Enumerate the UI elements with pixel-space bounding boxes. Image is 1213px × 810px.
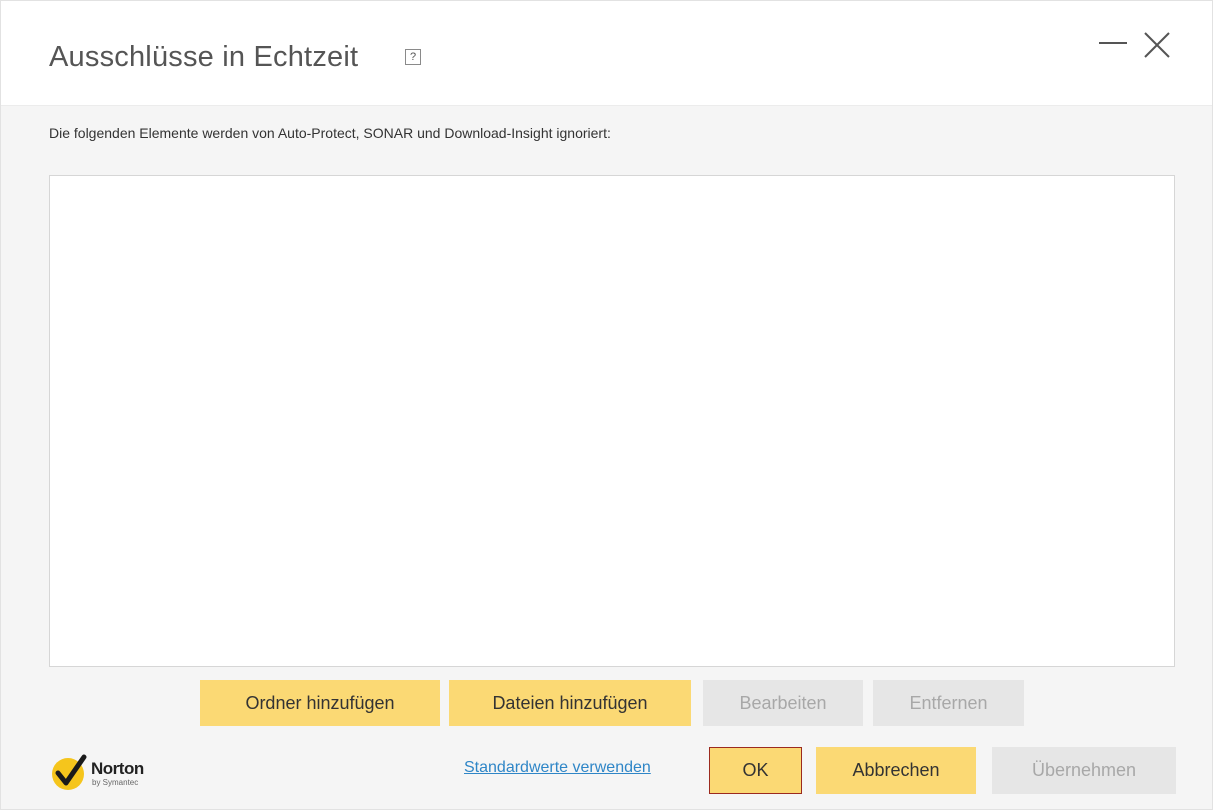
norton-checkmark-icon [52,754,87,790]
apply-button[interactable]: Übernehmen [992,747,1176,794]
exclusions-dialog: Ausschlüsse in Echtzeit ? Die folgenden … [0,0,1213,810]
edit-button[interactable]: Bearbeiten [703,680,863,726]
logo-subtitle: by Symantec [92,778,139,787]
dialog-title: Ausschlüsse in Echtzeit [49,41,359,73]
add-files-button[interactable]: Dateien hinzufügen [449,680,691,726]
norton-logo: Norton by Symantec [49,753,179,793]
minimize-button[interactable] [1096,29,1130,63]
logo-name: Norton [91,759,144,778]
close-icon [1144,32,1170,58]
remove-button[interactable]: Entfernen [873,680,1024,726]
close-button[interactable] [1140,29,1174,63]
cancel-button[interactable]: Abbrechen [816,747,976,794]
minimize-icon [1099,42,1127,44]
ok-button[interactable]: OK [709,747,802,794]
description-text: Die folgenden Elemente werden von Auto-P… [49,125,611,141]
title-bar: Ausschlüsse in Echtzeit ? [1,1,1212,106]
exclusions-list[interactable] [49,175,1175,667]
help-icon[interactable]: ? [405,49,421,65]
add-folder-button[interactable]: Ordner hinzufügen [200,680,440,726]
use-defaults-link[interactable]: Standardwerte verwenden [464,759,651,777]
